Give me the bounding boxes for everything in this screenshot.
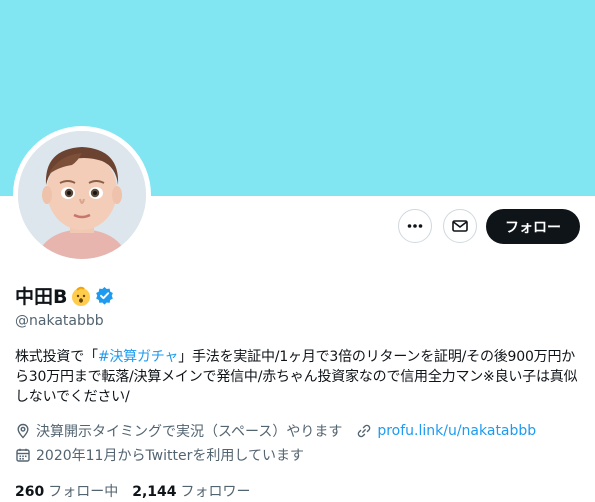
following-link[interactable]: 260 フォロー中: [15, 481, 118, 501]
profile-bio: 株式投資で「#決算ガチャ」手法を実証中/1ヶ月で3倍のリターンを証明/その後90…: [15, 347, 585, 407]
joined-row: 2020年11月からTwitterを利用しています: [15, 445, 304, 465]
message-button[interactable]: [443, 209, 477, 243]
following-label: フォロー中: [48, 484, 119, 500]
bio-text-1: 株式投資で「: [15, 349, 98, 365]
mail-icon: [451, 217, 469, 235]
baby-face-emoji-icon: [70, 285, 92, 307]
following-count: 260: [15, 484, 45, 500]
followers-count: 2,144: [132, 484, 177, 500]
avatar[interactable]: [18, 131, 146, 259]
profile-meta-row: 決算開示タイミングで実況（スペース）やります profu.link/u/naka…: [15, 421, 536, 441]
follow-stats: 260 フォロー中 2,144 フォロワー: [15, 481, 251, 501]
calendar-icon: [15, 447, 31, 463]
joined-date: 2020年11月からTwitterを利用しています: [36, 448, 304, 464]
more-dots-icon: [406, 217, 424, 235]
profile-location: 決算開示タイミングで実況（スペース）やります: [36, 424, 343, 440]
location-pin-icon: [15, 423, 31, 439]
display-name: 中田B: [15, 286, 68, 308]
profile-website-link[interactable]: profu.link/u/nakatabbb: [377, 423, 536, 439]
followers-link[interactable]: 2,144 フォロワー: [132, 481, 250, 501]
user-handle: @nakatabbb: [15, 313, 104, 329]
verified-badge-icon[interactable]: [95, 286, 114, 305]
link-icon: [356, 423, 372, 439]
more-button[interactable]: [398, 209, 432, 243]
followers-label: フォロワー: [180, 484, 251, 500]
follow-button[interactable]: フォロー: [486, 209, 580, 244]
avatar-image: [18, 131, 146, 259]
bio-hashtag-link[interactable]: #決算ガチャ: [98, 349, 179, 365]
display-name-row: 中田B: [15, 282, 114, 309]
website-group: profu.link/u/nakatabbb: [356, 423, 536, 439]
